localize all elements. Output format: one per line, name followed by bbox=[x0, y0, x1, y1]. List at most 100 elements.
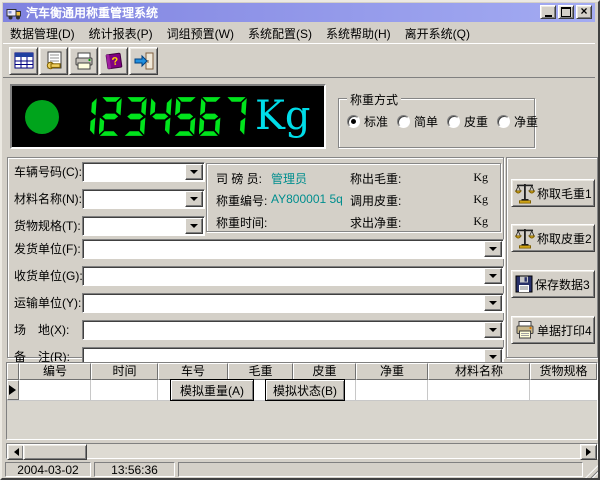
statusbar: 2004-03-02 13:56:36 bbox=[3, 461, 597, 478]
row-selector bbox=[7, 380, 19, 400]
data-table-icon bbox=[13, 51, 35, 71]
help-book-icon: ? bbox=[103, 51, 125, 71]
window-title: 汽车衡通用称重管理系统 bbox=[26, 4, 158, 21]
tare-weight-label: 调用皮重: bbox=[350, 192, 401, 209]
save-data-button[interactable]: 保存数据3 bbox=[511, 270, 595, 298]
tare-weight-unit: Kg bbox=[473, 192, 488, 207]
dropdown-arrow-icon[interactable] bbox=[484, 241, 502, 257]
menu-exit-system[interactable]: 离开系统(Q) bbox=[398, 25, 477, 42]
weigh-mode-group: 称重方式 标准 简单 皮重 净重 bbox=[338, 98, 535, 148]
titlebar: 汽车衡通用称重管理系统 × bbox=[3, 3, 595, 22]
net-weight-label: 求出净重: bbox=[350, 214, 401, 231]
net-weight-unit: Kg bbox=[473, 214, 488, 229]
simulate-status-button[interactable]: 模拟状态(B) bbox=[265, 379, 345, 401]
material-name-label: 材料名称(N): bbox=[14, 189, 82, 209]
gross-weight-unit: Kg bbox=[473, 170, 488, 185]
grid-header: 编号 时间 车号 毛重 皮重 净重 材料名称 货物规格 bbox=[7, 363, 597, 380]
col-net[interactable]: 净重 bbox=[356, 363, 428, 380]
data-table-button[interactable] bbox=[9, 47, 38, 75]
led-unit: Kg bbox=[255, 96, 311, 136]
gross-weight-label: 称出毛重: bbox=[350, 170, 401, 187]
cell-time bbox=[91, 380, 158, 400]
radio-simple[interactable]: 简单 bbox=[397, 113, 438, 130]
col-selector bbox=[7, 363, 19, 380]
arrow-right-icon bbox=[586, 448, 595, 456]
menu-phrase-preset[interactable]: 词组预置(W) bbox=[160, 25, 241, 42]
weighing-info-panel: 司 磅 员: 管理员 称出毛重: Kg 称重编号: AY800001 5q 调用… bbox=[206, 163, 501, 232]
cargo-spec-combo[interactable] bbox=[82, 216, 205, 236]
floppy-icon bbox=[515, 275, 533, 293]
col-vehicle[interactable]: 车号 bbox=[158, 363, 228, 380]
scroll-right-button[interactable] bbox=[580, 444, 597, 460]
radio-standard-label: 标准 bbox=[364, 113, 388, 130]
dropdown-arrow-icon[interactable] bbox=[185, 218, 203, 234]
radio-tare-label: 皮重 bbox=[464, 113, 488, 130]
weigh-gross-button[interactable]: 称取毛重1 bbox=[511, 179, 595, 207]
dropdown-arrow-icon[interactable] bbox=[185, 164, 203, 180]
maximize-button[interactable] bbox=[558, 5, 574, 19]
radio-standard[interactable]: 标准 bbox=[347, 113, 388, 130]
transporter-label: 运输单位(Y): bbox=[14, 293, 81, 313]
menu-system-config[interactable]: 系统配置(S) bbox=[241, 25, 319, 42]
minimize-button[interactable] bbox=[540, 5, 556, 19]
status-time: 13:56:36 bbox=[94, 462, 175, 477]
shipper-label: 发货单位(F): bbox=[14, 239, 81, 259]
help-button[interactable]: ? bbox=[99, 47, 128, 75]
printer-icon bbox=[515, 320, 535, 340]
shipper-combo[interactable] bbox=[82, 239, 504, 259]
transporter-combo[interactable] bbox=[82, 293, 504, 313]
col-time[interactable]: 时间 bbox=[91, 363, 158, 380]
dropdown-arrow-icon[interactable] bbox=[185, 191, 203, 207]
led-value bbox=[74, 96, 247, 137]
led-lamp bbox=[25, 100, 59, 134]
cell-material bbox=[428, 380, 530, 400]
radio-net-label: 净重 bbox=[514, 113, 538, 130]
material-name-combo[interactable] bbox=[82, 189, 205, 209]
print-button[interactable] bbox=[69, 47, 98, 75]
dropdown-arrow-icon[interactable] bbox=[484, 322, 502, 338]
col-material[interactable]: 材料名称 bbox=[428, 363, 530, 380]
radio-simple-label: 简单 bbox=[414, 113, 438, 130]
col-number[interactable]: 编号 bbox=[19, 363, 91, 380]
cell-spec bbox=[530, 380, 597, 400]
weigh-time-label: 称重时间: bbox=[216, 214, 267, 231]
simulate-weight-button[interactable]: 模拟重量(A) bbox=[170, 379, 254, 401]
operator-value: 管理员 bbox=[271, 170, 307, 187]
weigh-tare-button[interactable]: 称取皮重2 bbox=[511, 224, 595, 252]
weigh-mode-title: 称重方式 bbox=[347, 91, 401, 108]
menu-system-help[interactable]: 系统帮助(H) bbox=[319, 25, 398, 42]
col-spec[interactable]: 货物规格 bbox=[530, 363, 597, 380]
close-button[interactable]: × bbox=[576, 5, 592, 19]
app-icon bbox=[6, 6, 22, 20]
cell-number bbox=[19, 380, 91, 400]
arrow-left-icon bbox=[10, 448, 19, 456]
menu-data-management[interactable]: 数据管理(D) bbox=[3, 25, 82, 42]
save-data-label: 保存数据3 bbox=[535, 276, 590, 293]
dropdown-arrow-icon[interactable] bbox=[484, 268, 502, 284]
vehicle-number-label: 车辆号码(C): bbox=[14, 162, 82, 182]
radio-net[interactable]: 净重 bbox=[497, 113, 538, 130]
scroll-left-button[interactable] bbox=[7, 444, 24, 460]
status-empty bbox=[178, 462, 583, 477]
horizontal-scrollbar[interactable] bbox=[6, 443, 598, 459]
exit-button[interactable] bbox=[129, 47, 158, 75]
dropdown-arrow-icon[interactable] bbox=[484, 295, 502, 311]
vehicle-number-combo[interactable] bbox=[82, 162, 205, 182]
radio-icon bbox=[397, 115, 410, 128]
scrollbar-thumb[interactable] bbox=[23, 444, 87, 460]
weigh-tare-label: 称取皮重2 bbox=[537, 230, 592, 247]
col-gross[interactable]: 毛重 bbox=[228, 363, 293, 380]
receiver-combo[interactable] bbox=[82, 266, 504, 286]
col-tare[interactable]: 皮重 bbox=[293, 363, 356, 380]
cell-net bbox=[356, 380, 428, 400]
toolbar: ? bbox=[3, 43, 595, 78]
menu-statistics-report[interactable]: 统计报表(P) bbox=[82, 25, 160, 42]
site-combo[interactable] bbox=[82, 320, 504, 340]
print-preview-button[interactable] bbox=[39, 47, 68, 75]
radio-tare[interactable]: 皮重 bbox=[447, 113, 488, 130]
minimize-icon bbox=[545, 15, 552, 17]
print-receipt-button[interactable]: 单据打印4 bbox=[511, 316, 595, 344]
print-preview-icon bbox=[43, 51, 65, 71]
records-grid: 编号 时间 车号 毛重 皮重 净重 材料名称 货物规格 bbox=[6, 362, 598, 440]
radio-icon bbox=[447, 115, 460, 128]
